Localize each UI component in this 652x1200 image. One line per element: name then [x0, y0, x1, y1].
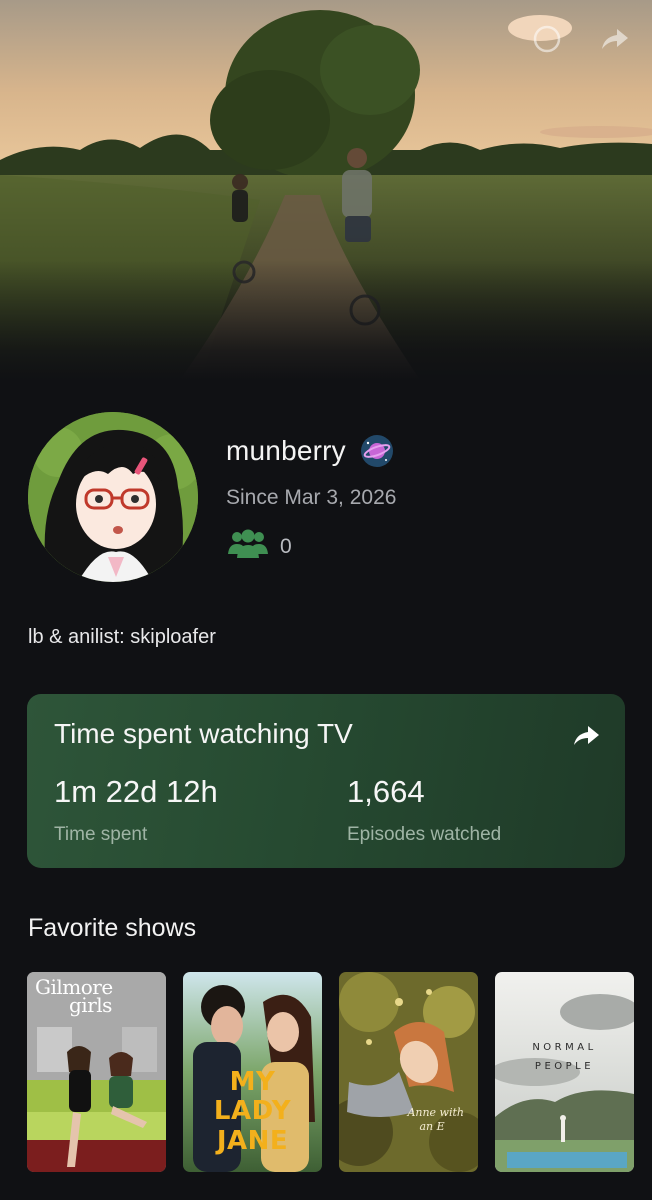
profile-banner: [0, 0, 652, 380]
profile-bio: lb & anilist: skiploafer: [28, 626, 216, 648]
users-icon: [226, 528, 270, 565]
card-title: Time spent watching TV: [54, 718, 353, 749]
poster-title: NORMAL: [532, 1042, 597, 1053]
share-arrow-icon[interactable]: [571, 722, 601, 750]
profile-page: munberry Since Mar 3, 2026 0 lb & anilis…: [0, 0, 652, 1200]
time-spent-value: 1m 22d 12h: [54, 774, 218, 809]
poster-title: Anne with: [407, 1106, 464, 1119]
poster-title: girls: [69, 993, 112, 1017]
poster-title: an E: [419, 1120, 445, 1134]
poster-title: PEOPLE: [534, 1061, 595, 1072]
poster-my-lady-jane[interactable]: MY LADY JANE: [183, 972, 322, 1172]
planet-icon[interactable]: [360, 434, 394, 468]
avatar[interactable]: [28, 412, 198, 582]
poster-anne-with-an-e[interactable]: Anne with an E: [339, 972, 478, 1172]
avatar-image: [28, 412, 198, 582]
member-since: Since Mar 3, 2026: [226, 486, 397, 509]
episodes-label: Episodes watched: [347, 824, 502, 845]
poster-normal-people[interactable]: NORMAL PEOPLE: [495, 972, 634, 1172]
share-icon[interactable]: [598, 22, 632, 56]
episodes-value: 1,664: [347, 774, 425, 809]
username: munberry: [226, 435, 346, 466]
time-spent-label: Time spent: [54, 824, 148, 845]
episodes-stat: 1,664 Episodes watched: [347, 774, 501, 846]
followers-row[interactable]: 0: [226, 528, 292, 565]
favorite-shows-list: Gilmore girls MY LADY JANE Anne with an …: [27, 972, 634, 1172]
followers-count: 0: [280, 534, 292, 558]
time-spent-stat: 1m 22d 12h Time spent: [54, 774, 218, 846]
banner-actions: [530, 22, 632, 56]
poster-gilmore-girls[interactable]: Gilmore girls: [27, 972, 166, 1172]
favorites-heading: Favorite shows: [28, 914, 197, 942]
watch-time-card[interactable]: Time spent watching TV 1m 22d 12h Time s…: [27, 694, 625, 868]
poster-title: JANE: [216, 1125, 289, 1156]
settings-icon[interactable]: [530, 22, 564, 56]
username-row: munberry: [226, 434, 394, 468]
poster-title: MY: [229, 1067, 276, 1097]
poster-title: LADY: [213, 1096, 292, 1127]
